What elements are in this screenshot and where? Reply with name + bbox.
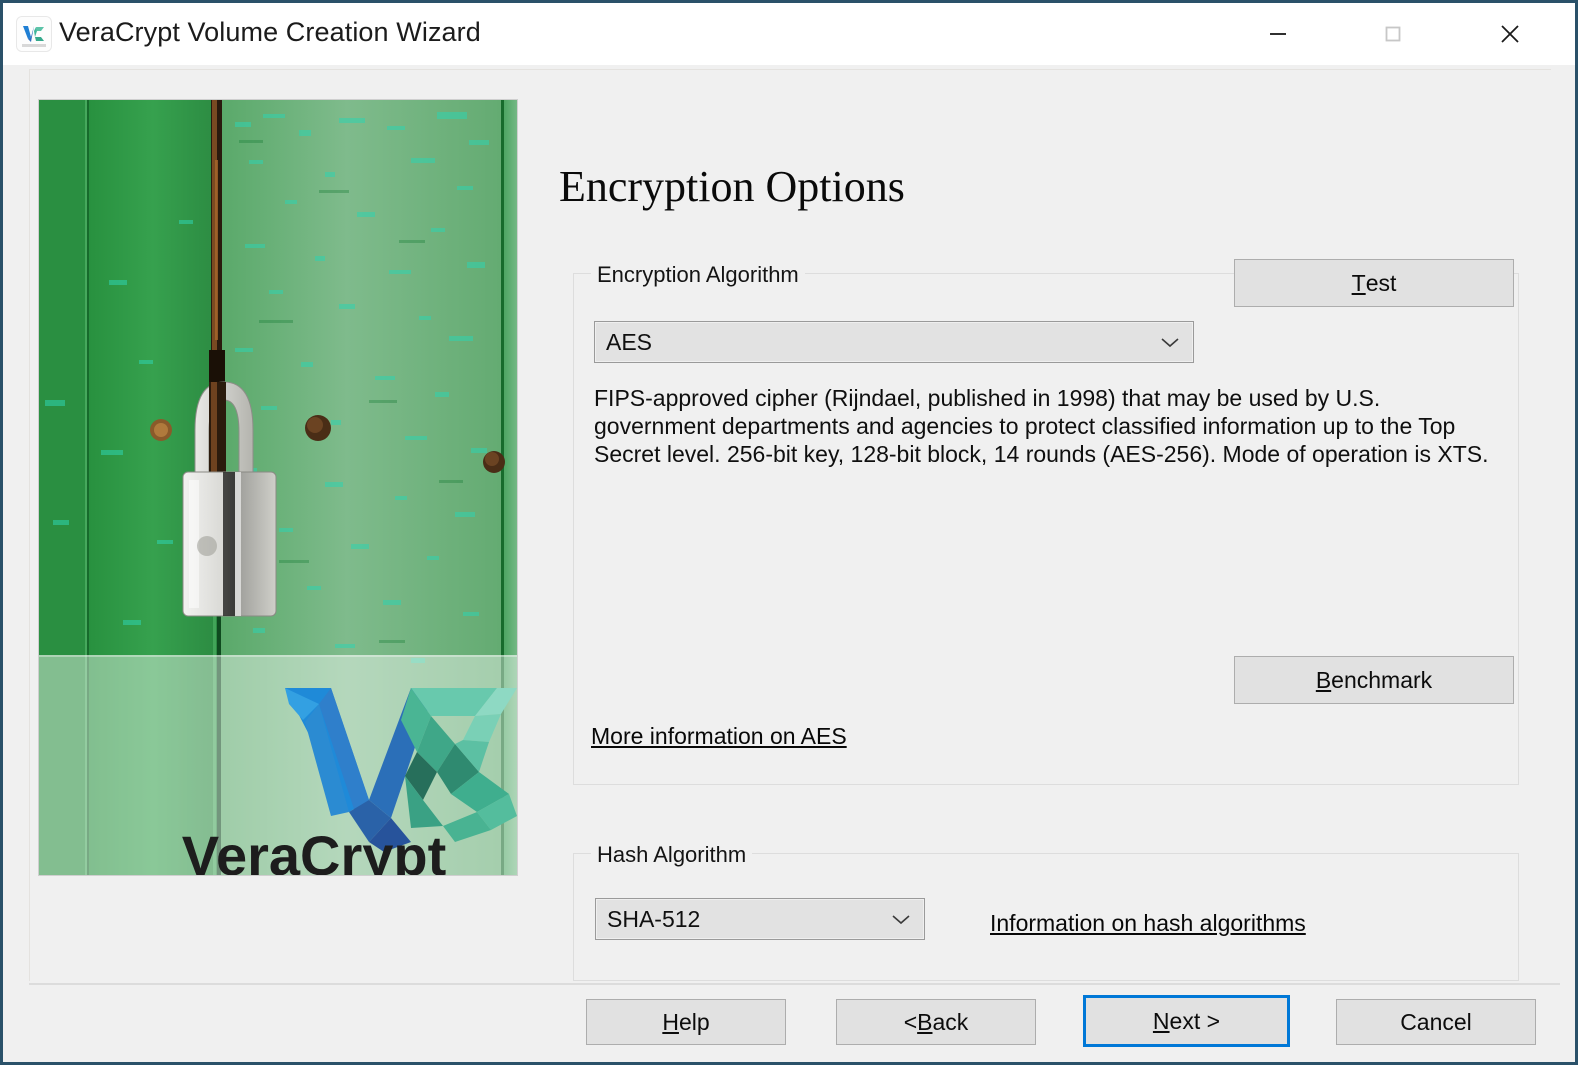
encryption-algorithm-select[interactable]: AES [594,321,1194,363]
window-title: VeraCrypt Volume Creation Wizard [59,17,481,47]
test-button-accel: T [1351,269,1366,296]
next-button[interactable]: Next > [1083,995,1290,1047]
back-button-prefix: < [903,1008,918,1035]
help-button[interactable]: Help [586,999,786,1045]
help-button-label: elp [678,1008,710,1035]
back-button-accel: B [917,1008,933,1035]
maximize-icon [1385,26,1401,41]
benchmark-button-accel: B [1315,666,1332,693]
veracrypt-app-icon [17,17,51,51]
minimize-icon [1270,32,1286,35]
encryption-algorithm-description: FIPS-approved cipher (Rijndael, publishe… [594,385,1489,467]
minimize-button[interactable] [1243,3,1313,64]
encryption-algorithm-group: Encryption Algorithm AES FIPS-approved c… [573,262,1519,785]
benchmark-button[interactable]: Benchmark [1234,656,1514,704]
veracrypt-wizard-window: VeraCrypt Volume Creation Wizard VeraCry… [0,0,1578,1065]
information-on-hash-algorithms-link[interactable]: Information on hash algorithms [990,910,1306,937]
benchmark-button-label: enchmark [1331,666,1433,693]
next-button-accel: N [1152,1007,1170,1034]
test-button[interactable]: Test [1234,259,1514,307]
test-button-label: est [1365,269,1397,296]
encryption-algorithm-value: AES [606,328,653,355]
encryption-algorithm-group-label: Encryption Algorithm [591,262,805,288]
wizard-client-area: VeraCrypt Encryption Options Encryption … [3,65,1575,1062]
more-information-on-aes-link[interactable]: More information on AES [591,723,847,750]
footer-separator [29,983,1560,985]
hash-algorithm-value: SHA-512 [607,905,701,932]
maximize-button[interactable] [1358,3,1428,64]
title-bar[interactable]: VeraCrypt Volume Creation Wizard [3,3,1575,66]
back-button-label: ack [932,1008,969,1035]
wizard-banner-image: VeraCrypt [39,100,517,875]
back-button[interactable]: < Back [836,999,1036,1045]
chevron-down-icon [1161,338,1179,348]
chevron-down-icon [892,915,910,925]
hash-algorithm-group-label: Hash Algorithm [591,842,753,868]
page-title: Encryption Options [559,162,905,211]
svg-text:VeraCrypt: VeraCrypt [182,824,447,875]
cancel-button-label: Cancel [1400,1008,1472,1035]
cancel-button[interactable]: Cancel [1336,999,1536,1045]
help-button-accel: H [662,1008,679,1035]
close-icon [1501,24,1519,43]
hash-algorithm-select[interactable]: SHA-512 [595,898,925,940]
close-button[interactable] [1475,3,1545,64]
next-button-label: ext > [1169,1007,1221,1034]
